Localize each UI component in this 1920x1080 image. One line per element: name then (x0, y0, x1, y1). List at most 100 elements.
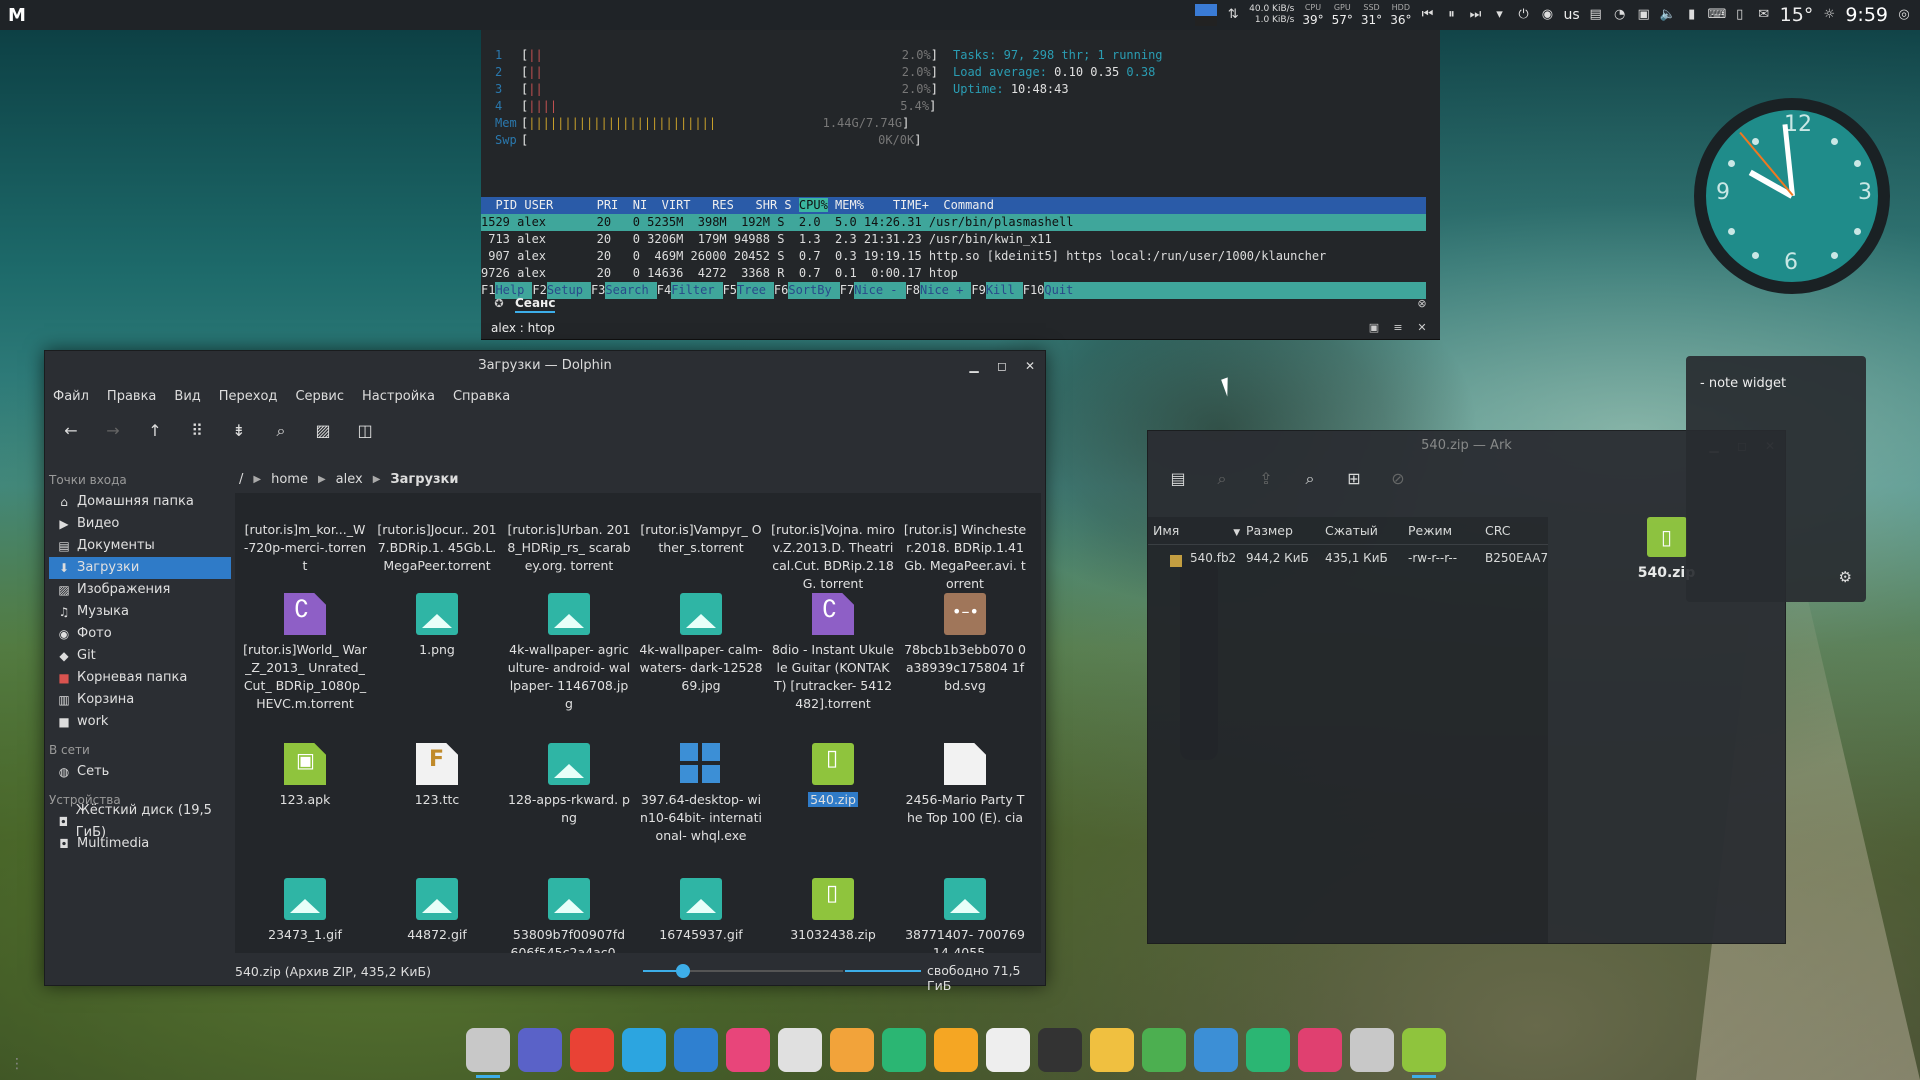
file-item[interactable]: 31032438.zip (771, 878, 895, 944)
table-row[interactable]: 540.fb2 944,2 КиБ 435,1 КиБ -rw-r--r-- B… (1148, 545, 1548, 571)
search-icon[interactable]: ⌕ (271, 421, 291, 441)
menu-item[interactable]: Настройка (362, 389, 435, 404)
chrome-icon[interactable] (570, 1028, 614, 1072)
minimize-icon[interactable]: ▁ (967, 351, 981, 381)
inkscape-icon[interactable] (1038, 1028, 1082, 1072)
code-editor-icon[interactable] (1194, 1028, 1238, 1072)
process-row[interactable]: 9726 alex 20 0 14636 4272 3368 R 0.7 0.1… (481, 265, 1426, 282)
breadcrumb-root[interactable]: / (239, 472, 243, 487)
zoom-slider-handle[interactable] (676, 964, 690, 978)
file-item[interactable]: 53809b7f00907fd 606f545c2a4ac0... (507, 878, 631, 953)
preview-icon[interactable]: ⌕ (1212, 469, 1232, 489)
places-item[interactable]: ▤ Документы (49, 535, 231, 557)
file-item[interactable]: [rutor.is]Urban. 2018_HDRip_rs_ scarabey… (507, 493, 631, 575)
downloader-icon[interactable] (674, 1028, 718, 1072)
archive-table[interactable]: Имя ▼ Размер Сжатый Режим CRC 540.fb2 94… (1148, 517, 1548, 943)
telegram-icon[interactable] (622, 1028, 666, 1072)
places-item[interactable]: ◉ Фото (49, 623, 231, 645)
window-titlebar[interactable]: Загрузки — Dolphin ▁ ◻ ✕ (45, 351, 1045, 381)
proc-header-cpu[interactable]: CPU% (798, 198, 828, 212)
column-name[interactable]: Имя ▼ (1148, 523, 1241, 538)
file-item[interactable]: [rutor.is]Vojna. mirov.Z.2013.D. Theatri… (771, 493, 895, 593)
add-file-icon[interactable]: ⊞ (1344, 469, 1364, 489)
wrench-icon[interactable] (1142, 1028, 1186, 1072)
places-item[interactable]: ▶ Видео (49, 513, 231, 535)
battery-icon[interactable]: ▮ (1684, 7, 1700, 23)
file-item[interactable]: 540.zip (771, 743, 895, 809)
wifi-icon[interactable]: ◔ (1612, 7, 1628, 23)
column-compressed[interactable]: Сжатый (1320, 523, 1403, 538)
back-arrow-icon[interactable]: ← (61, 421, 81, 441)
file-item[interactable]: 8dio - Instant Ukulele Guitar (KONTAKT) … (771, 593, 895, 713)
preview-icon[interactable]: ▨ (313, 421, 333, 441)
file-item[interactable]: 16745937.gif (639, 878, 763, 944)
file-item[interactable]: 78bcb1b3ebb070 0a38939c175804 1fbd.svg (903, 593, 1027, 695)
menu-item[interactable]: Файл (53, 389, 89, 404)
printer-icon[interactable]: ▣ (1636, 7, 1652, 23)
places-item[interactable]: ▨ Изображения (49, 579, 231, 601)
places-item[interactable]: ▥ Корзина (49, 689, 231, 711)
kodi-icon[interactable] (934, 1028, 978, 1072)
note-widget[interactable]: - note widget ⚙ (1686, 356, 1866, 602)
keyboard-icon[interactable]: ⌨ (1708, 7, 1727, 23)
file-item[interactable]: 38771407- 70076914-4055... (903, 878, 1027, 953)
menu-item[interactable]: Правка (107, 389, 156, 404)
file-item[interactable]: 4k-wallpaper- calm-waters- dark-1252869.… (639, 593, 763, 695)
forward-arrow-icon[interactable]: → (103, 421, 123, 441)
process-row[interactable]: 1529 alex 20 0 5235M 398M 192M S 2.0 5.0… (481, 214, 1426, 231)
text-editor-icon[interactable] (986, 1028, 1030, 1072)
breadcrumb-item[interactable]: home (271, 472, 308, 487)
menu-item[interactable]: Переход (219, 389, 278, 404)
close-icon[interactable]: ✕ (1414, 320, 1430, 336)
file-item[interactable]: 123.apk (243, 743, 367, 809)
file-item[interactable]: 397.64-desktop- win10-64bit- internation… (639, 743, 763, 845)
media-previous-icon[interactable]: ⏮ (1419, 7, 1435, 23)
close-icon[interactable]: ✕ (1023, 351, 1037, 381)
media-pause-icon[interactable]: ⏸ (1443, 7, 1459, 23)
breadcrumb-current[interactable]: Загрузки (390, 472, 458, 487)
update-icon[interactable]: ◉ (1539, 7, 1555, 23)
places-item[interactable]: ⌂ Домашняя папка (49, 491, 231, 513)
file-manager-icon[interactable] (466, 1028, 510, 1078)
places-item[interactable]: ■ Корневая папка (49, 667, 231, 689)
breadcrumb-item[interactable]: alex (336, 472, 363, 487)
up-arrow-icon[interactable]: ↑ (145, 421, 165, 441)
icons-view-icon[interactable]: ⠿ (187, 421, 207, 441)
file-view[interactable]: [rutor.is]m_kor..._W-720p-merci-.torrent… (235, 493, 1041, 953)
places-item[interactable]: ◘ Жёсткий диск (19,5 ГиБ) (49, 803, 231, 840)
cursor-app-icon[interactable] (518, 1028, 562, 1072)
menu-item[interactable]: Вид (174, 389, 200, 404)
yakuake-terminal[interactable]: 1 [|| 2.0%] 2 [|| 2.0%] 3 [|| 2.0%] 4 [|||| 5.4%] M… (481, 30, 1440, 340)
file-item[interactable]: 44872.gif (375, 878, 499, 944)
menu-icon[interactable]: ≡ (1390, 320, 1406, 336)
maximize-icon[interactable]: ◻ (995, 351, 1009, 381)
file-item[interactable]: [rutor.is]Vampyr_ Other_s.torrent (639, 493, 763, 557)
places-item[interactable]: ◆ Git (49, 645, 231, 667)
video-editor-icon[interactable] (778, 1028, 822, 1072)
menu-item[interactable]: Справка (453, 389, 510, 404)
column-mode[interactable]: Режим (1403, 523, 1480, 538)
delete-icon[interactable]: ⊘ (1388, 469, 1408, 489)
file-item[interactable]: [rutor.is]Jocur.. 2017.BDRip.1. 45Gb.L. … (375, 493, 499, 575)
process-table-header[interactable]: PID USER PRI NI VIRT RES SHR S CPU% MEM%… (481, 197, 1426, 214)
places-item[interactable]: ⬇ Загрузки (49, 557, 231, 579)
file-item[interactable]: [rutor.is] Winchester.2018. BDRip.1.41Gb… (903, 493, 1027, 593)
power-icon[interactable]: ⏻ (1515, 7, 1531, 23)
panel-handle-icon[interactable]: ⋮ (10, 1056, 24, 1072)
process-row[interactable]: 907 alex 20 0 469M 26000 20452 S 0.7 0.3… (481, 248, 1426, 265)
mail-icon[interactable]: ✉ (1756, 7, 1772, 23)
weather-temperature[interactable]: 15° (1780, 4, 1814, 26)
music-icon[interactable] (882, 1028, 926, 1072)
ghost-icon[interactable] (1246, 1028, 1290, 1072)
app-launcher-button[interactable]: M (8, 5, 30, 26)
file-item[interactable]: 128-apps-rkward. png (507, 743, 631, 827)
menu-item[interactable]: Сервис (295, 389, 344, 404)
places-item[interactable]: ◍ Сеть (49, 761, 231, 783)
archive-icon[interactable] (1402, 1028, 1446, 1078)
menu-icon[interactable]: ◎ (1896, 7, 1912, 23)
chevron-down-icon[interactable]: ▾ (1491, 7, 1507, 23)
file-item[interactable]: [rutor.is]World_ War_Z_2013_ Unrated_Cut… (243, 593, 367, 713)
file-item[interactable]: 1.png (375, 593, 499, 659)
color-picker-icon[interactable] (1090, 1028, 1134, 1072)
places-item[interactable]: ♫ Музыка (49, 601, 231, 623)
